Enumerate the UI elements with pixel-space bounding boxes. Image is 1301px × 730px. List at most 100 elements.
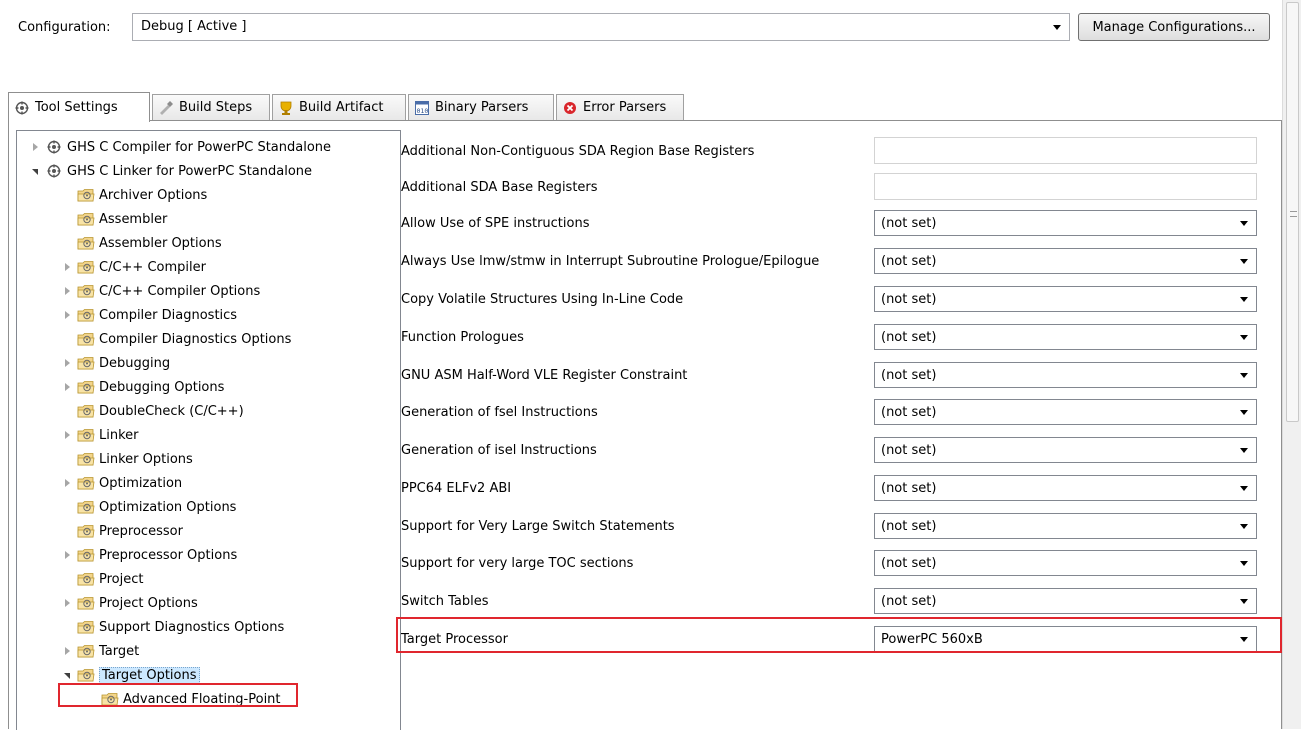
binary-parsers-icon: 010 (415, 100, 429, 115)
option-label: Allow Use of SPE instructions (401, 216, 590, 231)
expand-arrow-icon[interactable] (61, 549, 73, 561)
tab-tool-settings[interactable]: Tool Settings (8, 92, 150, 122)
option-folder-icon (77, 309, 95, 322)
option-folder-icon (77, 525, 95, 538)
option-select[interactable]: (not set) (874, 248, 1257, 274)
tree-item[interactable]: GHS C Compiler for PowerPC Standalone (29, 135, 331, 159)
option-select[interactable]: (not set) (874, 475, 1257, 501)
target-processor-highlight-box (396, 617, 1282, 653)
tree-item-label: Compiler Diagnostics (99, 307, 238, 323)
option-select[interactable]: (not set) (874, 210, 1257, 236)
option-select-value: (not set) (881, 292, 937, 307)
tree-item[interactable]: C/C++ Compiler Options (61, 279, 260, 303)
build-steps-icon (160, 100, 173, 115)
tab-label: Build Artifact (299, 100, 384, 115)
option-folder-icon (77, 573, 95, 586)
option-label: GNU ASM Half-Word VLE Register Constrain… (401, 368, 688, 383)
tab-binary-parsers[interactable]: 010 Binary Parsers (408, 94, 554, 120)
tree-item-label: Linker (99, 427, 139, 443)
tree-item[interactable]: Compiler Diagnostics (61, 303, 237, 327)
tree-item[interactable]: Compiler Diagnostics Options (61, 327, 291, 351)
option-folder-icon (77, 645, 95, 658)
tree-item[interactable]: GHS C Linker for PowerPC Standalone (29, 159, 312, 183)
option-select[interactable]: (not set) (874, 362, 1257, 388)
tree-item[interactable]: Optimization (61, 471, 182, 495)
expand-arrow-icon[interactable] (61, 477, 73, 489)
option-label: Additional Non-Contiguous SDA Region Bas… (401, 144, 755, 159)
tab-build-artifact[interactable]: Build Artifact (272, 94, 406, 120)
option-text-input[interactable] (874, 137, 1257, 164)
tree-item[interactable]: Assembler Options (61, 231, 222, 255)
expand-arrow-icon[interactable] (61, 597, 73, 609)
tree-item[interactable]: Project (61, 567, 143, 591)
tree-item[interactable]: Linker (61, 423, 139, 447)
vertical-scrollbar[interactable] (1282, 0, 1301, 729)
option-text-input[interactable] (874, 173, 1257, 200)
chevron-down-icon (1240, 373, 1248, 378)
chevron-down-icon (1240, 259, 1248, 264)
tab-build-steps[interactable]: Build Steps (152, 94, 270, 120)
tree-item[interactable]: Archiver Options (61, 183, 207, 207)
expand-arrow-icon[interactable] (61, 429, 73, 441)
tree-item[interactable]: Linker Options (61, 447, 193, 471)
option-select[interactable]: (not set) (874, 550, 1257, 576)
option-folder-icon (77, 381, 95, 394)
tree-item-label: Optimization (99, 475, 183, 491)
tree-item-label: Assembler (99, 211, 168, 227)
tree-item[interactable]: DoubleCheck (C/C++) (61, 399, 244, 423)
tab-error-parsers[interactable]: Error Parsers (556, 94, 684, 120)
tree-item[interactable]: Target (61, 639, 139, 663)
tree-item[interactable]: Debugging Options (61, 375, 224, 399)
tree-item[interactable]: Assembler (61, 207, 167, 231)
option-select-value: (not set) (881, 405, 937, 420)
tree-item[interactable]: Project Options (61, 591, 198, 615)
expand-arrow-icon[interactable] (61, 381, 73, 393)
tree-item[interactable]: Preprocessor Options (61, 543, 237, 567)
manage-configurations-button[interactable]: Manage Configurations... (1078, 13, 1270, 41)
tree-item-label: Compiler Diagnostics Options (99, 331, 292, 347)
collapse-arrow-icon[interactable] (29, 165, 41, 177)
option-select[interactable]: (not set) (874, 286, 1257, 312)
option-select-value: (not set) (881, 368, 937, 383)
expand-arrow-icon[interactable] (61, 645, 73, 657)
tree-item-label: Debugging (99, 355, 171, 371)
chevron-down-icon (1240, 561, 1248, 566)
option-folder-icon (77, 285, 95, 298)
chevron-down-icon (1053, 25, 1061, 30)
option-select[interactable]: (not set) (874, 324, 1257, 350)
option-folder-icon (77, 333, 95, 346)
target-options-highlight-box (58, 683, 298, 707)
expand-arrow-icon[interactable] (61, 357, 73, 369)
expand-arrow-icon[interactable] (29, 141, 41, 153)
option-select[interactable]: (not set) (874, 588, 1257, 614)
tree-item-label: Debugging Options (99, 379, 225, 395)
option-label: Copy Volatile Structures Using In-Line C… (401, 292, 684, 307)
error-parsers-icon (564, 101, 576, 114)
option-select[interactable]: (not set) (874, 399, 1257, 425)
scrollbar-thumb[interactable] (1286, 2, 1299, 422)
tree-item-label: DoubleCheck (C/C++) (99, 403, 244, 419)
tree-item[interactable]: Support Diagnostics Options (61, 615, 284, 639)
option-folder-icon (77, 453, 95, 466)
tree-item[interactable]: Debugging (61, 351, 170, 375)
expand-arrow-icon[interactable] (61, 261, 73, 273)
tree-item[interactable]: Optimization Options (61, 495, 236, 519)
chevron-down-icon (1240, 335, 1248, 340)
tree-item[interactable]: Preprocessor (61, 519, 183, 543)
tree-item-label: Preprocessor (99, 523, 183, 539)
svg-text:010: 010 (417, 107, 429, 115)
expand-arrow-icon[interactable] (61, 285, 73, 297)
configuration-select[interactable]: Debug [ Active ] (132, 13, 1070, 41)
collapse-arrow-icon[interactable] (61, 669, 73, 681)
tree-item[interactable]: C/C++ Compiler (61, 255, 206, 279)
option-select[interactable]: (not set) (874, 513, 1257, 539)
expand-arrow-icon[interactable] (61, 309, 73, 321)
option-select[interactable]: (not set) (874, 437, 1257, 463)
build-artifact-icon (280, 101, 292, 115)
